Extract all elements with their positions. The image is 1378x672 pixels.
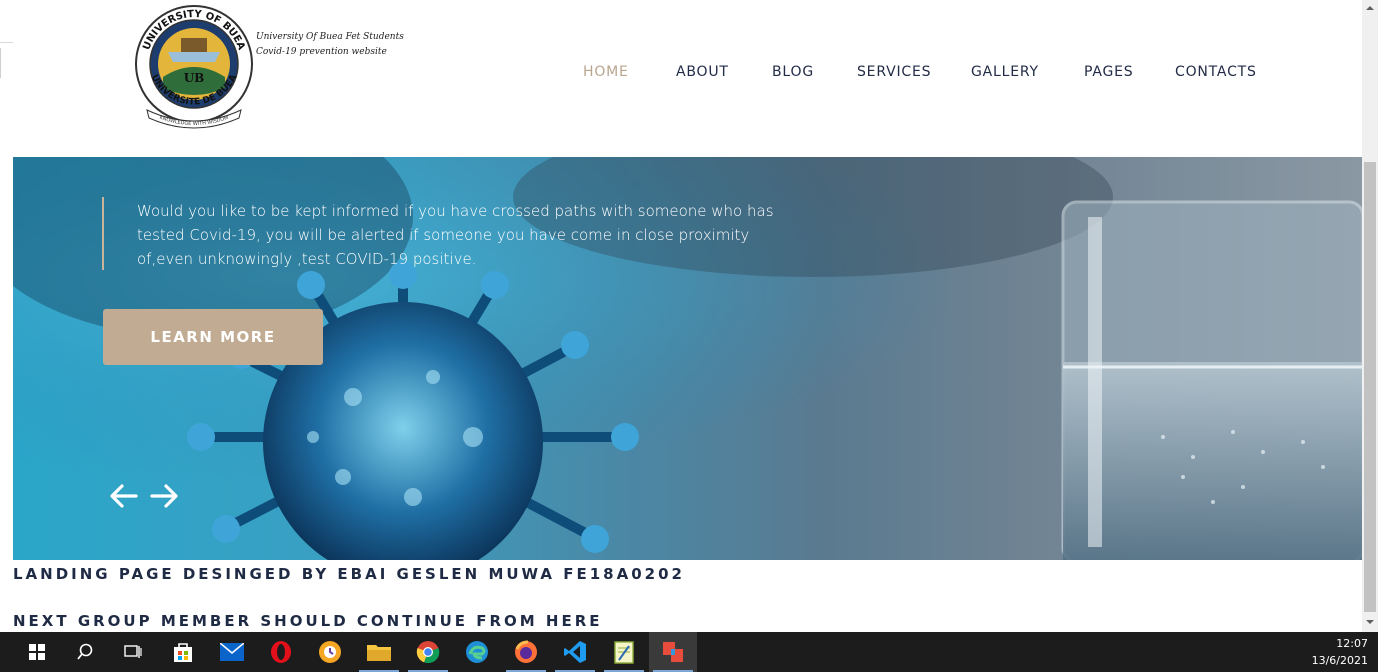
nav-blog[interactable]: BLOG [772, 64, 814, 80]
nav-home[interactable]: HOME [583, 64, 629, 80]
search-icon[interactable] [61, 632, 109, 672]
hero-slider: Would you like to be kept informed if yo… [13, 157, 1362, 560]
logo-caption-line2: Covid-19 prevention website [256, 47, 387, 57]
task-view-icon[interactable] [109, 632, 157, 672]
store-icon[interactable] [159, 632, 207, 672]
arrow-left-icon[interactable] [108, 482, 140, 510]
footer-note: NEXT GROUP MEMBER SHOULD CONTINUE FROM H… [13, 612, 603, 630]
vscode-icon[interactable] [551, 632, 599, 672]
quote-bar [102, 197, 104, 270]
main-nav: HOME ABOUT BLOG SERVICES GALLERY PAGES C… [13, 64, 1363, 84]
clock-date: 13/6/2021 [1311, 654, 1368, 667]
mail-icon[interactable] [208, 632, 256, 672]
file-explorer-icon[interactable] [355, 632, 403, 672]
hero-text: Would you like to be kept informed if yo… [137, 202, 774, 268]
nav-pages[interactable]: PAGES [1084, 64, 1133, 80]
firefox-icon[interactable] [502, 632, 550, 672]
scroll-up-icon[interactable] [1364, 2, 1376, 14]
notepad-icon[interactable] [600, 632, 648, 672]
nav-about[interactable]: ABOUT [676, 64, 729, 80]
nav-gallery[interactable]: GALLERY [971, 64, 1039, 80]
browser-icon[interactable] [306, 632, 354, 672]
scroll-down-icon[interactable] [1364, 616, 1376, 628]
edge-icon[interactable] [453, 632, 501, 672]
clock-time: 12:07 [1336, 637, 1368, 650]
learn-more-button[interactable]: LEARN MORE [103, 309, 323, 365]
app-icon[interactable] [649, 632, 697, 672]
system-clock[interactable]: 12:07 13/6/2021 [1308, 635, 1368, 669]
left-edge-border [0, 48, 1, 78]
opera-icon[interactable] [257, 632, 305, 672]
logo-caption: University Of Buea Fet Students Covid-19… [256, 30, 406, 60]
chrome-icon[interactable] [404, 632, 452, 672]
nav-services[interactable]: SERVICES [857, 64, 931, 80]
left-edge-line [0, 42, 13, 43]
arrow-right-icon[interactable] [148, 482, 180, 510]
nav-contacts[interactable]: CONTACTS [1175, 64, 1257, 80]
logo-caption-line1: University Of Buea Fet Students [256, 32, 404, 42]
footer-credit: LANDING PAGE DESINGED BY EBAI GESLEN MUW… [13, 565, 685, 583]
windows-taskbar: 12:07 13/6/2021 [0, 632, 1378, 672]
scroll-thumb[interactable] [1364, 162, 1376, 612]
site-header: UB UNIVERSITY OF BUEA UNIVERSITE DE BUEA… [13, 0, 1363, 157]
windows-start-icon[interactable] [13, 632, 61, 672]
vertical-scrollbar[interactable] [1362, 0, 1378, 632]
